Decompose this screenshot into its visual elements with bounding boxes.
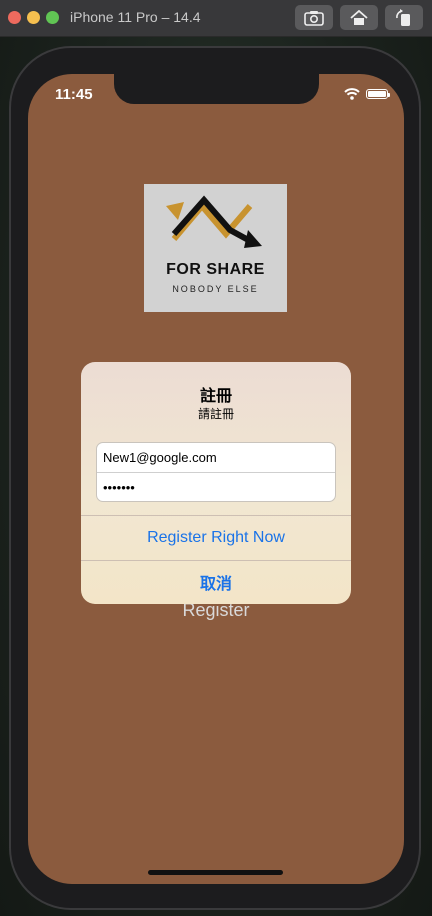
- minimize-window-button[interactable]: [27, 11, 40, 24]
- wifi-icon: [344, 88, 360, 100]
- alert-message: 請註冊: [197, 407, 234, 421]
- app-screen: 11:45 FOR SHARE NOBODY ELSE Register 註冊 …: [28, 74, 404, 884]
- rotate-icon: [396, 8, 410, 26]
- home-indicator[interactable]: [148, 870, 283, 875]
- zoom-window-button[interactable]: [46, 11, 59, 24]
- app-logo: FOR SHARE NOBODY ELSE: [144, 184, 287, 312]
- status-icons: [344, 88, 390, 100]
- password-field[interactable]: [97, 472, 335, 501]
- alert-title: 註冊: [199, 388, 232, 405]
- home-icon: [350, 9, 368, 25]
- alert-text-fields: [96, 442, 336, 502]
- email-field[interactable]: [97, 443, 335, 472]
- logo-arrow-icon: [166, 195, 262, 248]
- close-window-button[interactable]: [8, 11, 21, 24]
- logo-title: FOR SHARE: [166, 261, 265, 278]
- battery-icon: [366, 89, 390, 99]
- status-time: 11:45: [55, 86, 93, 103]
- simulator-title: iPhone 11 Pro – 14.4: [70, 9, 201, 25]
- device-notch: [114, 74, 319, 104]
- screenshot-button[interactable]: [295, 5, 333, 30]
- rotate-button[interactable]: [385, 5, 423, 30]
- screenshot-icon: [304, 10, 324, 26]
- cancel-button[interactable]: 取消: [81, 560, 351, 604]
- home-button[interactable]: [340, 5, 378, 30]
- register-alert-dialog: 註冊 請註冊 Register Right Now 取消: [81, 362, 351, 604]
- register-right-now-button[interactable]: Register Right Now: [81, 516, 351, 560]
- simulator-titlebar: iPhone 11 Pro – 14.4: [0, 0, 432, 37]
- logo-subtitle: NOBODY ELSE: [172, 284, 259, 294]
